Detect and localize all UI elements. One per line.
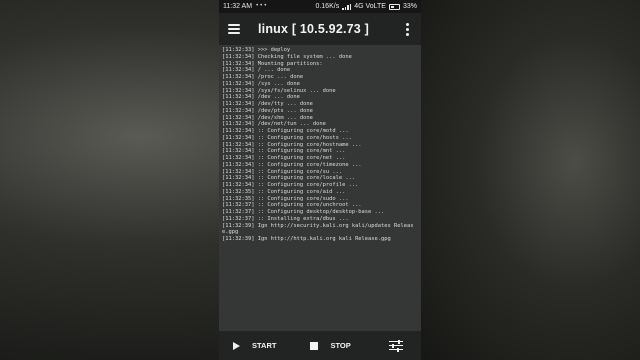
- status-time: 11:32 AM: [223, 3, 253, 10]
- app-bar: linux [ 10.5.92.73 ]: [219, 13, 421, 45]
- phone-screen: 11:32 AM • • • 0.16K/s 4G VoLTE 33% linu…: [219, 0, 421, 360]
- console-line: [11:32:34] :: Configuring core/profile .…: [222, 182, 359, 188]
- console-line: [11:32:34] Checking file system ... done: [222, 53, 352, 60]
- console-line: [11:32:35] :: Configuring core/aid ...: [222, 188, 346, 195]
- console-line: [11:32:34] :: Configuring core/locale ..…: [222, 175, 356, 182]
- console-line: [11:32:34] :: Configuring core/timezone …: [222, 161, 362, 168]
- status-bar: 11:32 AM • • • 0.16K/s 4G VoLTE 33%: [219, 0, 421, 13]
- network-type: 4G VoLTE: [354, 3, 386, 10]
- console-line: [11:32:39] Ign http://security.kali.org …: [222, 222, 414, 236]
- console-line: [11:32:34] :: Configuring core/hosts ...: [222, 134, 352, 141]
- console-line: [11:32:34] /dev/net/tun ... done: [222, 121, 326, 128]
- console-line: [11:32:33] >>> deploy: [222, 47, 291, 53]
- console-line: [11:32:37] :: Configuring core/unchroot …: [222, 202, 362, 209]
- stop-label: STOP: [330, 341, 351, 350]
- console-line: [11:32:34] :: Configuring core/mnt ...: [222, 148, 346, 155]
- play-icon: [233, 341, 240, 350]
- notification-dot-icon: •: [260, 3, 263, 9]
- stop-icon: [310, 341, 319, 350]
- notification-dot-icon: •: [264, 3, 267, 9]
- console-line: [11:32:34] :: Configuring core/motd ...: [222, 128, 349, 134]
- console-line: [11:32:34] Mounting partitions:: [222, 60, 323, 67]
- battery-percent: 33%: [402, 3, 417, 10]
- stop-button[interactable]: STOP: [310, 341, 351, 350]
- tune-sliders-icon[interactable]: [389, 339, 403, 352]
- bottom-bar: START STOP: [219, 331, 421, 360]
- console-line: [11:32:37] :: Installing extra/dbus ...: [222, 215, 349, 222]
- notification-dot-icon: •: [256, 3, 259, 9]
- console-line: [11:32:39] Ign http://http.kali.org kali…: [222, 236, 391, 242]
- background-right: [420, 0, 640, 360]
- console-line: [11:32:34] /sys/fs/selinux ... done: [222, 87, 336, 94]
- start-button[interactable]: START: [233, 341, 276, 350]
- console-output[interactable]: [11:32:33] >>> deploy [11:32:34] Checking…: [219, 46, 421, 329]
- console-line: [11:32:34] :: Configuring core/net ...: [222, 155, 346, 161]
- start-label: START: [252, 341, 277, 350]
- console-line: [11:32:34] :: Configuring core/su ...: [222, 168, 343, 175]
- console-line: [11:32:34] / ... done: [222, 67, 291, 74]
- status-right: 0.16K/s 4G VoLTE 33%: [315, 0, 417, 13]
- signal-icon: [342, 3, 352, 10]
- console-line: [11:32:37] :: Configuring desktop/deskto…: [222, 209, 385, 215]
- console-line: [11:32:35] :: Configuring core/sudo ...: [222, 195, 349, 202]
- console-line: [11:32:34] /dev ... done: [222, 94, 300, 101]
- hamburger-menu-icon[interactable]: [228, 24, 240, 34]
- console-line: [11:32:34] /dev/tty ... done: [222, 101, 313, 107]
- more-vert-icon[interactable]: [406, 22, 409, 36]
- console-line: [11:32:34] /proc ... done: [222, 74, 304, 80]
- console-line: [11:32:34] /sys ... done: [222, 80, 300, 87]
- console-line: [11:32:34] /dev/pts ... done: [222, 107, 313, 114]
- console-line: [11:32:34] :: Configuring core/hostname …: [222, 141, 362, 148]
- notification-icons: • • •: [256, 0, 266, 13]
- battery-icon: [388, 3, 400, 10]
- network-speed: 0.16K/s: [315, 3, 340, 10]
- app-title: linux [ 10.5.92.73 ]: [258, 22, 369, 36]
- console-line: [11:32:34] /dev/shm ... done: [222, 114, 313, 121]
